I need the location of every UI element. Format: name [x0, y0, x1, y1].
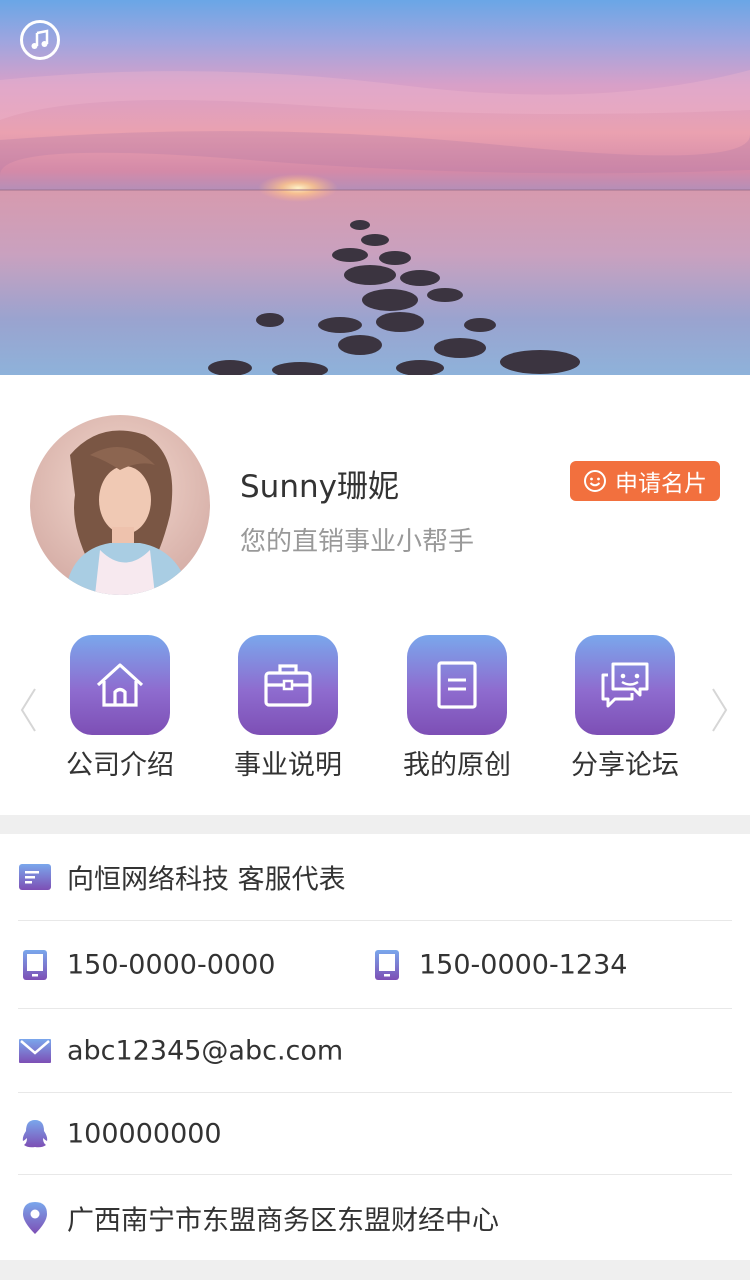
email-row: abc12345@abc.com: [18, 1009, 732, 1093]
qq-penguin-icon: [18, 1117, 52, 1151]
avatar: [30, 415, 210, 595]
profile-subtitle: 您的直销事业小帮手: [240, 527, 475, 557]
music-toggle-button[interactable]: [20, 20, 60, 60]
company-text: 向恒网络科技 客服代表: [67, 864, 346, 896]
apply-card-button[interactable]: 申请名片: [570, 461, 720, 501]
nav-tile: [70, 635, 170, 735]
nav-item-business-intro[interactable]: 事业说明: [213, 635, 363, 785]
profile-card: Sunny珊妮 您的直销事业小帮手 申请名片 公司介绍 事业说明 我的原创 分享…: [0, 375, 750, 815]
nav-tile: [407, 635, 507, 735]
nav-item-company-intro[interactable]: 公司介绍: [45, 635, 195, 785]
qq-number[interactable]: 100000000: [67, 1118, 222, 1149]
phone-row: 150-0000-0000 150-0000-1234: [18, 921, 732, 1009]
apply-card-label: 申请名片: [615, 471, 707, 497]
address-row: 广西南宁市东盟商务区东盟财经中心: [18, 1175, 732, 1260]
mobile-phone-icon: [370, 948, 404, 982]
mobile-phone-icon: [18, 948, 52, 982]
address-text[interactable]: 广西南宁市东盟商务区东盟财经中心: [67, 1198, 499, 1237]
qq-row: 100000000: [18, 1093, 732, 1175]
nav-label: 我的原创: [403, 750, 511, 781]
smiley-icon: [584, 470, 606, 492]
contact-info-list: 向恒网络科技 客服代表 150-0000-0000 150-0000-1234: [0, 834, 750, 1260]
nav-label: 公司介绍: [66, 750, 174, 781]
music-note-icon: [31, 29, 49, 49]
chevron-right-icon[interactable]: [710, 685, 730, 735]
nav-item-share-forum[interactable]: 分享论坛: [550, 635, 700, 785]
chat-icon: [601, 662, 649, 708]
nav-tile: [238, 635, 338, 735]
business-card-screen: Sunny珊妮 您的直销事业小帮手 申请名片 公司介绍 事业说明 我的原创 分享…: [0, 0, 750, 1280]
nav-tile: [575, 635, 675, 735]
briefcase-icon: [264, 664, 312, 707]
company-row: 向恒网络科技 客服代表: [18, 834, 732, 921]
phone-number-1[interactable]: 150-0000-0000: [67, 949, 275, 980]
nav-label: 事业说明: [234, 750, 342, 781]
chevron-left-icon[interactable]: [18, 685, 38, 735]
id-card-icon: [18, 860, 52, 894]
nav-item-my-original[interactable]: 我的原创: [382, 635, 532, 785]
mail-icon: [18, 1034, 52, 1068]
nav-label: 分享论坛: [571, 750, 679, 781]
phone-number-2[interactable]: 150-0000-1234: [419, 949, 627, 980]
profile-name: Sunny珊妮: [240, 469, 399, 505]
document-icon: [437, 661, 477, 709]
home-icon: [96, 663, 144, 707]
email-text[interactable]: abc12345@abc.com: [67, 1035, 343, 1066]
location-pin-icon: [18, 1201, 52, 1235]
banner-image: [0, 0, 750, 375]
